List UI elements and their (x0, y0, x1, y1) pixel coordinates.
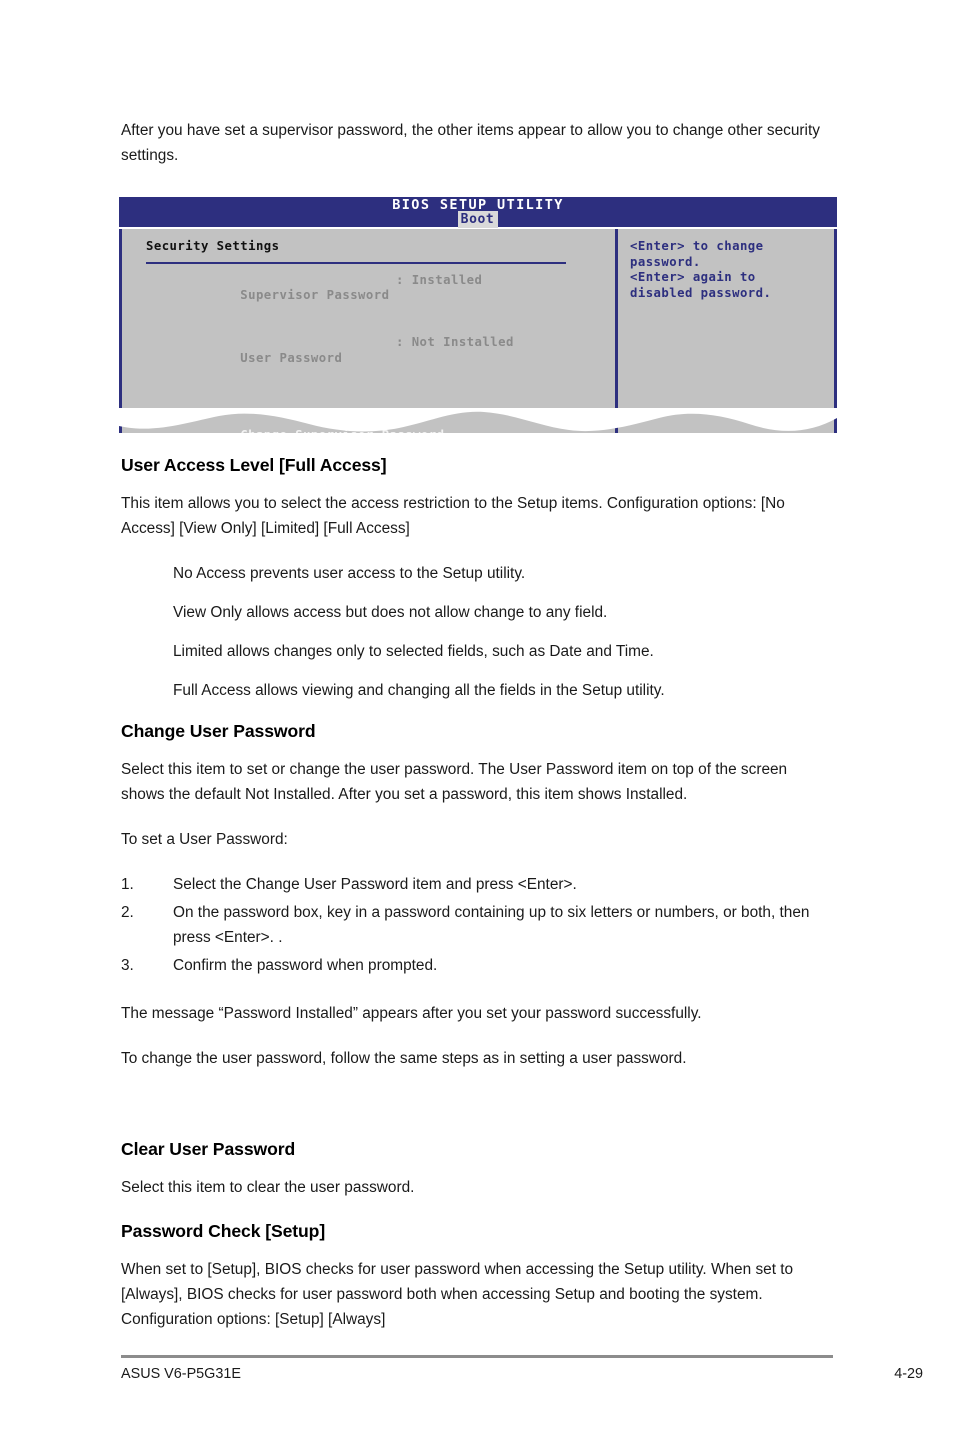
bios-help-line-0: <Enter> to change (630, 239, 764, 253)
definition-full-access: Full Access allows viewing and changing … (173, 682, 665, 699)
password-check-description: When set to [Setup], BIOS checks for use… (121, 1261, 794, 1328)
section-user-access-level: User Access Level [Full Access] This ite… (121, 453, 833, 703)
definition-no-access: No Access prevents user access to the Se… (173, 565, 526, 582)
footer-product-name: ASUS V6-P5G31E (121, 1366, 241, 1382)
section-password-check: Password Check [Setup] When set to [Setu… (121, 1219, 833, 1332)
section-clear-user-password: Clear User Password Select this item to … (121, 1137, 833, 1200)
step-text: On the password box, key in a password c… (173, 904, 810, 946)
step-text: Confirm the password when prompted. (173, 957, 438, 974)
clear-user-password-description: Select this item to clear the user passw… (121, 1179, 415, 1196)
bios-tab-boot-label: Boot (457, 211, 499, 228)
bios-status-row-user: User Password : Not Installed (146, 335, 601, 397)
bios-help-line-1: password. (630, 254, 701, 269)
bios-frame: Security Settings Supervisor Password : … (119, 229, 837, 433)
footer-page-number: 4-29 (894, 1366, 923, 1382)
bios-status-label-supervisor: Supervisor Password (240, 288, 390, 303)
access-level-definitions: No Access prevents user access to the Se… (173, 561, 833, 703)
change-user-password-description: Select this item to set or change the us… (121, 761, 788, 803)
bios-status-label-user: User Password (240, 350, 343, 365)
section-change-user-password: Change User Password Select this item to… (121, 719, 833, 1071)
bios-help-line-2: <Enter> again to (630, 270, 756, 285)
bios-help-line-3: disabled password. (630, 285, 772, 300)
set-password-steps: 1. Select the Change User Password item … (121, 872, 833, 978)
footer-divider (121, 1355, 833, 1358)
step-number: 2. (121, 904, 134, 921)
bios-setup-screenshot: BIOS SETUP UTILITY Boot Security Setting… (119, 197, 837, 433)
bios-help-panel: <Enter> to change password. <Enter> agai… (630, 239, 825, 301)
bios-status-row-supervisor: Supervisor Password : Installed (146, 273, 601, 335)
step-item: 2. On the password box, key in a passwor… (121, 900, 833, 950)
bios-status-value-supervisor: : Installed (396, 272, 483, 287)
section-paragraph-user-access-level: This item allows you to select the acces… (121, 495, 785, 537)
step-item: 3. Confirm the password when prompted. (121, 953, 833, 978)
bios-status-value-user: : Not Installed (396, 334, 514, 349)
bios-settings-panel: Security Settings Supervisor Password : … (146, 239, 601, 433)
bios-heading-rule (146, 261, 566, 264)
step-item: 1. Select the Change User Password item … (121, 872, 833, 897)
step-number: 1. (121, 876, 134, 893)
change-password-note: To change the user password, follow the … (121, 1050, 687, 1067)
document-page: After you have set a supervisor password… (0, 0, 954, 1438)
bios-panel-divider (615, 229, 618, 433)
password-installed-note: The message “Password Installed” appears… (121, 1005, 702, 1022)
step-number: 3. (121, 957, 134, 974)
intro-paragraph: After you have set a supervisor password… (121, 122, 820, 164)
torn-edge-graphic (119, 408, 837, 432)
definition-view-only: View Only allows access but does not all… (173, 604, 608, 621)
section-heading-change-user-password: Change User Password (121, 721, 316, 741)
section-heading-user-access-level: User Access Level [Full Access] (121, 455, 387, 475)
page-content: After you have set a supervisor password… (121, 118, 833, 168)
to-set-user-password-lead: To set a User Password: (121, 831, 288, 848)
bios-tab-boot[interactable]: Boot (119, 211, 837, 228)
bios-section-heading: Security Settings (146, 239, 280, 253)
step-text: Select the Change User Password item and… (173, 876, 577, 893)
bios-body: Security Settings Supervisor Password : … (119, 229, 837, 433)
section-heading-clear-user-password: Clear User Password (121, 1139, 296, 1159)
section-heading-password-check: Password Check [Setup] (121, 1221, 326, 1241)
definition-limited: Limited allows changes only to selected … (173, 643, 654, 660)
